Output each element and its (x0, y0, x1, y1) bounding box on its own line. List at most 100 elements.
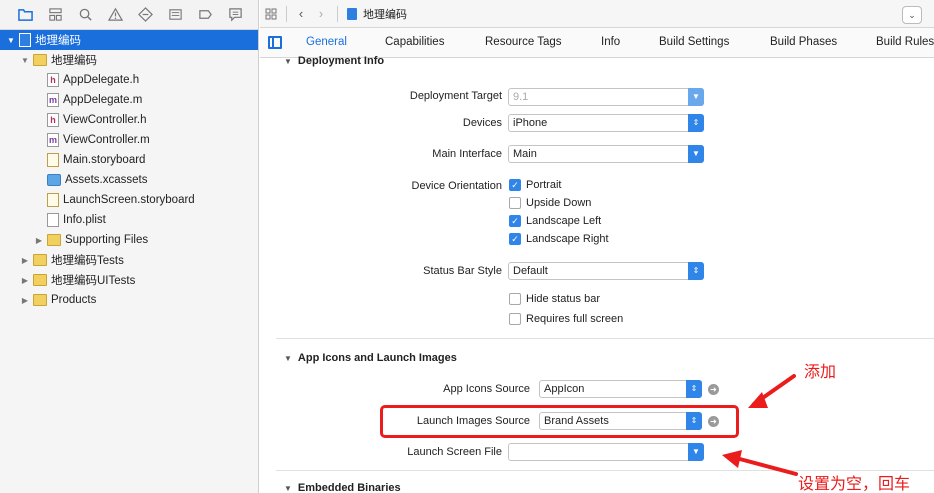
tree-item-group[interactable]: ▶ 地理编码Tests (0, 250, 258, 270)
implementation-file-icon: m (47, 133, 59, 147)
section-app-icons[interactable]: ▼ App Icons and Launch Images (284, 352, 457, 364)
tree-item-label: LaunchScreen.storyboard (63, 194, 195, 206)
disclosure-icon[interactable]: ▼ (20, 56, 30, 65)
status-bar-style-value: Default (513, 265, 548, 277)
tree-item-project[interactable]: ▼ 地理编码 (0, 30, 258, 50)
disclosure-icon[interactable]: ▶ (20, 276, 30, 285)
tree-item-file[interactable]: Main.storyboard (0, 150, 258, 170)
section-deployment-info[interactable]: ▼ Deployment Info (284, 55, 384, 67)
tab-capabilities[interactable]: Capabilities (385, 36, 444, 48)
checkmark-icon[interactable]: ✓ (509, 215, 521, 227)
tree-item-group[interactable]: ▼ 地理编码 (0, 50, 258, 70)
tree-item-file[interactable]: Info.plist (0, 210, 258, 230)
app-icons-source-label: App Icons Source (443, 383, 530, 395)
debug-icon[interactable] (160, 0, 190, 30)
project-navigator: ▼ 地理编码 ▼ 地理编码 h AppDelegate.h m AppDeleg… (0, 0, 259, 493)
annotation-clear-text: 设置为空，回车 (798, 474, 911, 493)
main-interface-label: Main Interface (432, 148, 502, 160)
chevron-down-icon[interactable]: ▼ (688, 145, 704, 163)
section-divider (276, 338, 934, 339)
checkbox-box[interactable] (509, 197, 521, 209)
annotation-arrow-icon (748, 374, 796, 408)
related-items-icon[interactable] (260, 0, 282, 28)
devices-value: iPhone (513, 117, 548, 129)
landscape-left-checkbox[interactable]: ✓ Landscape Left (509, 215, 601, 227)
section-embedded-binaries[interactable]: ▼ Embedded Binaries (284, 482, 401, 493)
tree-item-group[interactable]: ▶ 地理编码UITests (0, 270, 258, 290)
target-list-icon[interactable] (268, 36, 282, 49)
tree-item-file[interactable]: h ViewController.h (0, 110, 258, 130)
disclosure-icon[interactable]: ▶ (20, 296, 30, 305)
checkbox-label: Upside Down (526, 197, 592, 209)
checkmark-icon[interactable]: ✓ (509, 233, 521, 245)
breakpoint-icon[interactable] (190, 0, 220, 30)
search-icon[interactable] (70, 0, 100, 30)
main-interface-combo[interactable]: Main ▼ (508, 145, 704, 163)
tree-item-file[interactable]: LaunchScreen.storyboard (0, 190, 258, 210)
tab-build-phases[interactable]: Build Phases (770, 36, 837, 48)
tab-general[interactable]: General (306, 36, 347, 48)
portrait-checkbox[interactable]: ✓ Portrait (509, 179, 561, 191)
hierarchy-icon[interactable] (40, 0, 70, 30)
checkbox-label: Landscape Left (526, 215, 602, 227)
deployment-target-combo[interactable]: 9.1 ▼ (508, 88, 704, 106)
forward-icon[interactable]: › (311, 0, 331, 28)
requires-full-screen-checkbox[interactable]: Requires full screen (509, 313, 623, 325)
back-icon[interactable]: ‹ (291, 0, 311, 28)
go-arrow-icon[interactable]: ➜ (708, 384, 719, 395)
folder-icon (33, 274, 47, 286)
warning-icon[interactable] (100, 0, 130, 30)
chevron-down-icon[interactable]: ▼ (688, 88, 704, 106)
tree-item-label: ViewController.m (63, 134, 150, 146)
chevron-down-icon[interactable]: ▼ (688, 443, 704, 461)
disclosure-icon[interactable]: ▶ (20, 256, 30, 265)
disclosure-icon[interactable]: ▼ (6, 36, 16, 45)
tab-resource-tags[interactable]: Resource Tags (485, 36, 562, 48)
checkmark-icon[interactable]: ✓ (509, 179, 521, 191)
navigator-toolbar (0, 0, 258, 30)
tab-build-rules[interactable]: Build Rules (876, 36, 934, 48)
devices-popup[interactable]: iPhone ⇕ (508, 114, 704, 132)
header-file-icon: h (47, 73, 59, 87)
hide-status-bar-checkbox[interactable]: Hide status bar (509, 293, 600, 305)
tree-item-file[interactable]: h AppDelegate.h (0, 70, 258, 90)
folder-icon[interactable] (10, 0, 40, 30)
updown-arrows-icon[interactable]: ⇕ (688, 262, 704, 280)
header-file-icon: h (47, 113, 59, 127)
checkbox-box[interactable] (509, 313, 521, 325)
tree-item-label: Supporting Files (65, 234, 149, 246)
disclosure-icon[interactable]: ▶ (34, 236, 44, 245)
tree-item-label: Products (51, 294, 97, 306)
tree-item-file[interactable]: m AppDelegate.m (0, 90, 258, 110)
landscape-right-checkbox[interactable]: ✓ Landscape Right (509, 233, 609, 245)
disclosure-triangle-icon[interactable]: ▼ (284, 354, 292, 363)
chevron-down-icon[interactable]: ⌄ (902, 6, 922, 24)
checkbox-box[interactable] (509, 293, 521, 305)
launch-screen-file-combo[interactable]: ▼ (508, 443, 704, 461)
tree-item-group[interactable]: ▶ Products (0, 290, 258, 310)
devices-label: Devices (462, 117, 502, 129)
storyboard-icon (47, 153, 59, 167)
tree-item-label: 地理编码UITests (51, 275, 136, 287)
tree-item-file[interactable]: m ViewController.m (0, 130, 258, 150)
section-title: App Icons and Launch Images (297, 352, 457, 364)
tree-item-file[interactable]: Assets.xcassets (0, 170, 258, 190)
updown-arrows-icon[interactable]: ⇕ (688, 114, 704, 132)
report-icon[interactable] (220, 0, 250, 30)
tab-info[interactable]: Info (601, 36, 620, 48)
app-icons-source-popup[interactable]: AppIcon ⇕ (539, 380, 702, 398)
tree-item-label: Info.plist (63, 214, 106, 226)
tree-item-label: Main.storyboard (63, 154, 146, 166)
jump-bar-project[interactable]: 地理编码 (360, 0, 407, 28)
test-icon[interactable] (130, 0, 160, 30)
tree-item-label: Assets.xcassets (65, 174, 148, 186)
updown-arrows-icon[interactable]: ⇕ (686, 380, 702, 398)
upside-down-checkbox[interactable]: Upside Down (509, 197, 591, 209)
disclosure-triangle-icon[interactable]: ▼ (284, 57, 292, 66)
tree-item-group[interactable]: ▶ Supporting Files (0, 230, 258, 250)
tree-item-label: 地理编码 (35, 35, 81, 47)
project-icon (19, 33, 31, 47)
disclosure-triangle-icon[interactable]: ▼ (284, 484, 292, 493)
status-bar-style-popup[interactable]: Default ⇕ (508, 262, 704, 280)
tab-build-settings[interactable]: Build Settings (659, 36, 729, 48)
